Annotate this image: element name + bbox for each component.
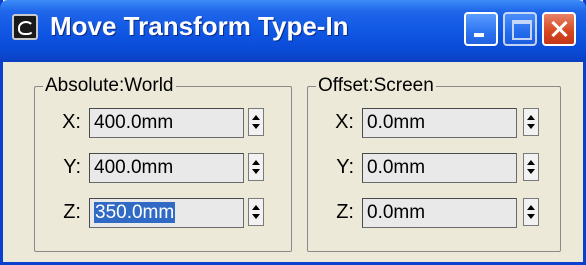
offset-z-input[interactable]: 0.0mm bbox=[362, 198, 517, 228]
offset-x-input[interactable]: 0.0mm bbox=[362, 108, 517, 138]
absolute-z-row: Z: 350.0mm bbox=[35, 198, 291, 228]
spinner-down-icon[interactable] bbox=[252, 214, 260, 219]
window-title: Move Transform Type-In bbox=[50, 11, 349, 41]
spinner-up-icon[interactable] bbox=[252, 205, 260, 210]
axis-label-z: Z: bbox=[336, 201, 354, 223]
absolute-z-input[interactable]: 350.0mm bbox=[89, 198, 244, 228]
axis-label-y: Y: bbox=[336, 156, 354, 178]
spinner-down-icon[interactable] bbox=[252, 124, 260, 129]
absolute-world-label: Absolute:World bbox=[43, 75, 176, 97]
maximize-button[interactable] bbox=[503, 12, 537, 46]
absolute-x-row: X: 400.0mm bbox=[35, 108, 291, 138]
axis-label-y: Y: bbox=[63, 156, 81, 178]
offset-y-input[interactable]: 0.0mm bbox=[362, 153, 517, 183]
move-transform-window: Move Transform Type-In Absolute:World X:… bbox=[0, 0, 586, 265]
title-bar[interactable]: Move Transform Type-In bbox=[0, 0, 586, 62]
absolute-x-spinner[interactable] bbox=[248, 108, 264, 136]
spinner-up-icon[interactable] bbox=[527, 160, 535, 165]
close-button[interactable] bbox=[542, 12, 576, 46]
spinner-down-icon[interactable] bbox=[527, 214, 535, 219]
offset-screen-group: Offset:Screen X: 0.0mm Y: 0.0mm Z: 0.0mm bbox=[307, 75, 561, 252]
absolute-y-input[interactable]: 400.0mm bbox=[89, 153, 244, 183]
spinner-down-icon[interactable] bbox=[252, 169, 260, 174]
spinner-up-icon[interactable] bbox=[527, 205, 535, 210]
minimize-button[interactable] bbox=[464, 12, 498, 46]
offset-screen-label: Offset:Screen bbox=[316, 75, 436, 97]
offset-y-spinner[interactable] bbox=[523, 153, 539, 181]
offset-y-row: Y: 0.0mm bbox=[308, 153, 560, 183]
spinner-up-icon[interactable] bbox=[252, 160, 260, 165]
offset-z-row: Z: 0.0mm bbox=[308, 198, 560, 228]
offset-x-row: X: 0.0mm bbox=[308, 108, 560, 138]
absolute-y-spinner[interactable] bbox=[248, 153, 264, 181]
axis-label-z: Z: bbox=[63, 201, 81, 223]
axis-label-x: X: bbox=[62, 111, 81, 133]
offset-z-spinner[interactable] bbox=[523, 198, 539, 226]
spinner-up-icon[interactable] bbox=[527, 115, 535, 120]
selected-text[interactable]: 350.0mm bbox=[94, 202, 176, 223]
absolute-x-input[interactable]: 400.0mm bbox=[89, 108, 244, 138]
spinner-up-icon[interactable] bbox=[252, 115, 260, 120]
spinner-down-icon[interactable] bbox=[527, 124, 535, 129]
absolute-y-row: Y: 400.0mm bbox=[35, 153, 291, 183]
absolute-z-spinner[interactable] bbox=[248, 198, 264, 226]
absolute-world-group: Absolute:World X: 400.0mm Y: 400.0mm Z: … bbox=[34, 75, 292, 252]
offset-x-spinner[interactable] bbox=[523, 108, 539, 136]
axis-label-x: X: bbox=[335, 111, 354, 133]
app-icon[interactable] bbox=[12, 14, 38, 40]
spinner-down-icon[interactable] bbox=[527, 169, 535, 174]
